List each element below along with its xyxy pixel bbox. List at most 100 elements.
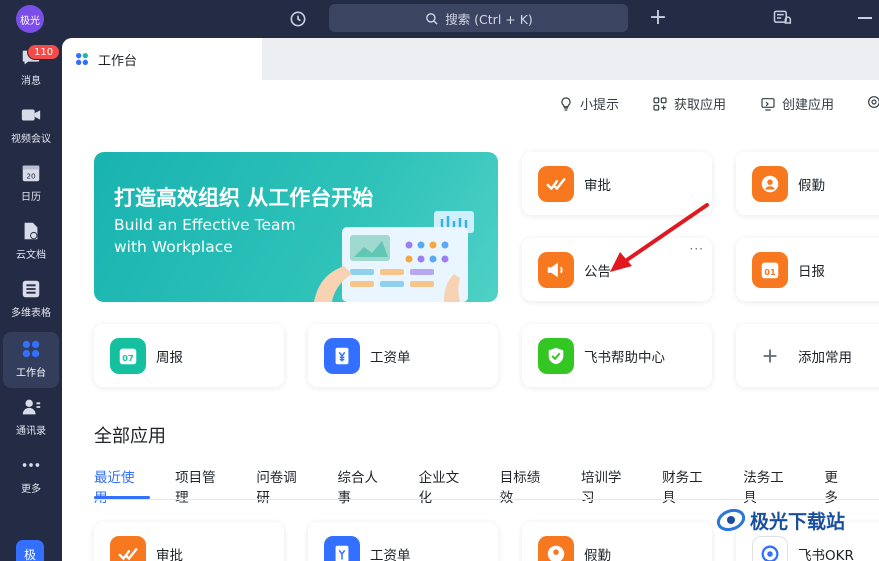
sidebar-item-label: 工作台 xyxy=(16,368,46,379)
user-avatar[interactable]: 极光 xyxy=(16,5,44,33)
sidebar-item-calendar[interactable]: 20 日历 xyxy=(0,160,62,214)
app-card-label: 假勤 xyxy=(798,177,825,194)
history-icon[interactable] xyxy=(286,7,310,31)
sidebar-item-video-meeting[interactable]: 视频会议 xyxy=(0,102,62,156)
app-card-weekly-report[interactable]: 07 周报 xyxy=(94,324,284,387)
app-card-label: 工资单 xyxy=(370,547,411,561)
tab-performance[interactable]: 目标绩效 xyxy=(500,466,553,506)
banner-subtitle-line: with Workplace xyxy=(114,238,233,256)
svg-text:20: 20 xyxy=(26,172,36,181)
workplace-content: 小提示 获取应用 创建应用 打造高效组织 从工作台开始 Build an Eff… xyxy=(62,80,879,561)
sidebar-item-more[interactable]: 更多 xyxy=(0,452,62,506)
app-card-label: 工资单 xyxy=(370,349,411,366)
workplace-icon xyxy=(22,340,40,358)
tab-strip xyxy=(262,38,879,80)
monitor-icon xyxy=(761,97,775,111)
app-card-payslip[interactable]: 工资单 xyxy=(308,324,498,387)
watermark-logo-icon xyxy=(716,508,746,532)
banner-subtitle-line: Build an Effective Team xyxy=(114,216,296,234)
title-bar: 极光 搜索 (Ctrl + K) + xyxy=(0,0,879,38)
annotation-arrow xyxy=(610,203,709,272)
tab-survey[interactable]: 问卷调研 xyxy=(256,466,309,506)
workplace-tab-icon xyxy=(76,53,88,65)
org-avatar[interactable]: 极 xyxy=(16,540,44,561)
app-card-label: 假勤 xyxy=(584,547,611,561)
sidebar: 消息 视频会议 20 日历 云文档 多维表格 工作台 通讯录 更多 极 xyxy=(0,38,62,561)
sidebar-item-label: 日历 xyxy=(21,192,41,203)
weekly-report-icon: 07 xyxy=(110,337,146,374)
help-center-icon xyxy=(538,337,574,374)
app-card-add-common[interactable]: 添加常用 xyxy=(736,324,879,387)
tabs-divider xyxy=(94,499,879,500)
tab-workplace[interactable]: 工作台 xyxy=(62,38,262,80)
app-card-label: 审批 xyxy=(584,177,611,194)
tab-recent[interactable]: 最近使用 xyxy=(94,466,147,506)
sidebar-item-label: 云文档 xyxy=(16,250,46,261)
sidebar-item-label: 更多 xyxy=(21,484,41,495)
leave-icon xyxy=(538,535,574,561)
cloud-doc-icon xyxy=(24,222,38,240)
minimize-button[interactable] xyxy=(858,17,872,19)
create-app-label: 创建应用 xyxy=(782,98,835,113)
tab-training[interactable]: 培训学习 xyxy=(581,466,634,506)
notification-settings-icon[interactable] xyxy=(772,8,794,30)
payslip-icon xyxy=(324,337,360,374)
app-card-label: 日报 xyxy=(798,263,825,280)
recent-app-approval[interactable]: 审批 xyxy=(94,522,284,561)
app-card-label: 添加常用 xyxy=(798,349,852,366)
sidebar-item-contacts[interactable]: 通讯录 xyxy=(0,394,62,448)
watermark-text: 极光下载站 xyxy=(750,510,846,533)
add-icon xyxy=(752,337,788,374)
search-placeholder: 搜索 (Ctrl + K) xyxy=(445,11,533,27)
app-card-label: 飞书OKR xyxy=(798,547,854,561)
tab-project-management[interactable]: 项目管理 xyxy=(175,466,228,506)
app-card-label: 周报 xyxy=(156,349,183,366)
sidebar-item-workplace[interactable]: 工作台 xyxy=(3,332,59,388)
app-card-daily-report[interactable]: 01 日报 xyxy=(736,238,879,301)
get-apps-button[interactable]: 获取应用 xyxy=(652,94,726,113)
table-icon xyxy=(22,280,40,298)
approval-icon xyxy=(110,535,146,561)
main-panel: 工作台 小提示 获取应用 创建应用 打造高效组织 从工作台开始 Build an… xyxy=(62,38,879,561)
apps-plus-icon xyxy=(653,96,667,111)
announcement-icon xyxy=(538,251,574,288)
approval-icon xyxy=(538,165,574,202)
app-card-help-center[interactable]: 飞书帮助中心 xyxy=(522,324,712,387)
sidebar-item-cloud-docs[interactable]: 云文档 xyxy=(0,218,62,272)
get-apps-label: 获取应用 xyxy=(674,98,727,113)
contacts-icon xyxy=(22,399,41,415)
payslip-icon xyxy=(324,535,360,561)
tab-more[interactable]: 更多 xyxy=(824,466,851,506)
more-icon xyxy=(22,463,40,467)
calendar-icon: 20 xyxy=(22,165,40,182)
app-card-leave[interactable]: 假勤 xyxy=(736,152,879,215)
recent-app-payslip[interactable]: 工资单 xyxy=(308,522,498,561)
category-tabs: 最近使用 项目管理 问卷调研 综合人事 企业文化 目标绩效 培训学习 财务工具 … xyxy=(94,466,879,506)
tips-button[interactable]: 小提示 xyxy=(558,94,619,113)
weekly-report-day: 07 xyxy=(122,353,134,363)
section-title: 全部应用 xyxy=(94,426,166,447)
tab-finance[interactable]: 财务工具 xyxy=(662,466,715,506)
tab-hr[interactable]: 综合人事 xyxy=(337,466,390,506)
leave-icon xyxy=(752,165,788,202)
daily-report-icon: 01 xyxy=(752,251,788,288)
settings-icon[interactable] xyxy=(866,94,879,110)
sidebar-item-label: 视频会议 xyxy=(11,134,51,145)
search-bar[interactable]: 搜索 (Ctrl + K) xyxy=(329,4,628,32)
tab-culture[interactable]: 企业文化 xyxy=(419,466,472,506)
sidebar-item-bitable[interactable]: 多维表格 xyxy=(0,276,62,330)
app-card-label: 审批 xyxy=(156,547,183,561)
sidebar-item-label: 消息 xyxy=(21,76,41,87)
video-icon xyxy=(21,109,41,121)
tab-label: 工作台 xyxy=(98,53,138,69)
add-icon[interactable]: + xyxy=(647,7,669,31)
tips-label: 小提示 xyxy=(580,98,620,113)
search-icon xyxy=(426,12,438,25)
lightbulb-icon xyxy=(561,96,571,111)
banner-subtitle: Build an Effective Team with Workplace xyxy=(114,214,334,258)
recent-app-leave[interactable]: 假勤 xyxy=(522,522,712,561)
promo-banner[interactable]: 打造高效组织 从工作台开始 Build an Effective Team wi… xyxy=(94,152,498,302)
tab-legal[interactable]: 法务工具 xyxy=(743,466,796,506)
sidebar-item-label: 通讯录 xyxy=(16,426,46,437)
create-app-button[interactable]: 创建应用 xyxy=(760,94,834,113)
